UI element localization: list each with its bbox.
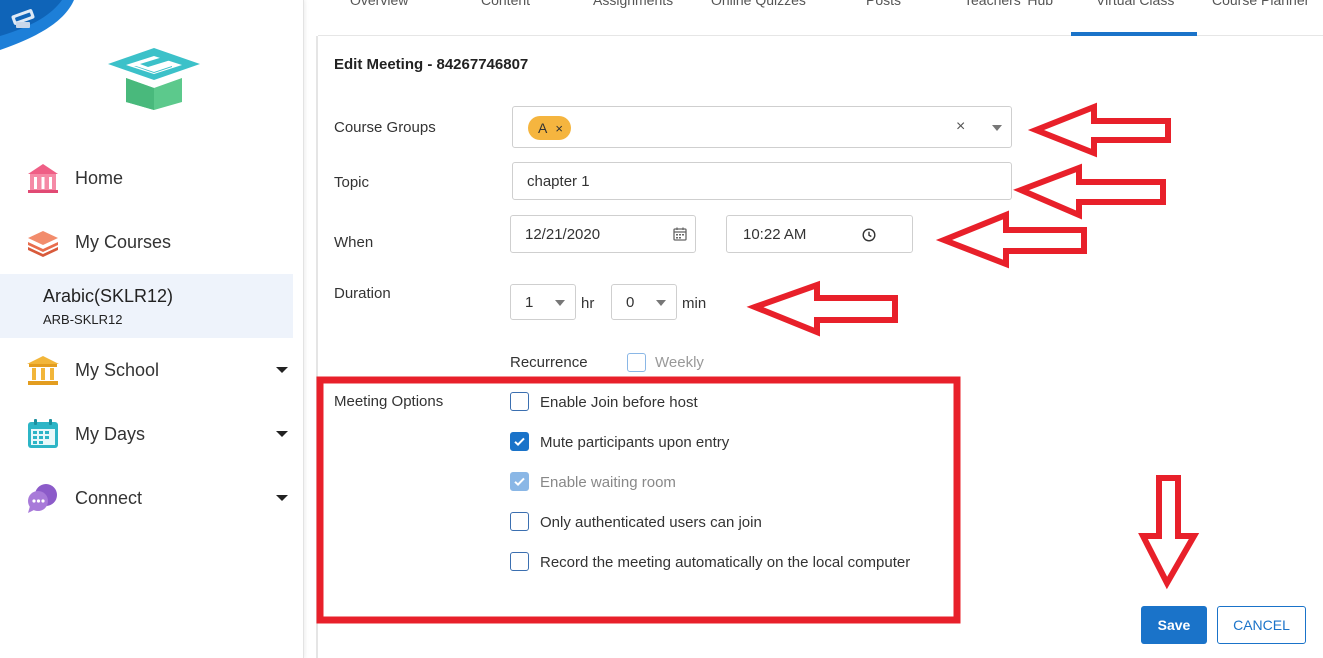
recurrence-label: Recurrence bbox=[510, 354, 588, 371]
when-label: When bbox=[334, 234, 374, 251]
course-group-chip: A × bbox=[528, 116, 571, 140]
recurrence-weekly-label: Weekly bbox=[655, 354, 704, 371]
sidebar-item-connect[interactable]: Connect bbox=[0, 469, 304, 527]
date-value: 12/21/2020 bbox=[525, 225, 601, 243]
auto-record-label[interactable]: Record the meeting automatically on the … bbox=[540, 554, 910, 571]
duration-hours-select[interactable]: 1 bbox=[510, 284, 576, 320]
tab-teachers-hub[interactable]: Teachers' Hub bbox=[964, 0, 1053, 8]
sidebar: Home My Courses Arabic(SKLR12) ARB-SKLR1… bbox=[0, 0, 304, 658]
join-before-host-label[interactable]: Enable Join before host bbox=[540, 394, 698, 411]
chevron-down-icon[interactable] bbox=[276, 367, 288, 373]
sidebar-item-my-courses[interactable]: My Courses bbox=[0, 213, 304, 271]
duration-hours-unit: hr bbox=[581, 295, 595, 312]
course-code: ARB-SKLR12 bbox=[43, 312, 123, 327]
course-groups-label: Course Groups bbox=[334, 119, 436, 136]
chevron-down-icon[interactable] bbox=[992, 125, 1002, 131]
cancel-button[interactable]: CANCEL bbox=[1217, 606, 1306, 644]
institution-columns-icon bbox=[26, 353, 60, 387]
clear-selection-icon[interactable]: × bbox=[956, 118, 965, 136]
waiting-room-checkbox[interactable] bbox=[510, 472, 529, 491]
chip-remove-icon[interactable]: × bbox=[555, 121, 563, 136]
school-building-icon bbox=[26, 161, 60, 195]
duration-minutes-select[interactable]: 0 bbox=[611, 284, 677, 320]
page-title: Edit Meeting - 84267746807 bbox=[334, 56, 529, 73]
annotation-highlight-box bbox=[316, 376, 961, 624]
sidebar-item-label: My Courses bbox=[75, 231, 172, 252]
waiting-room-label[interactable]: Enable waiting room bbox=[540, 474, 676, 491]
mute-on-entry-label[interactable]: Mute participants upon entry bbox=[540, 434, 729, 451]
annotation-arrow-left-icon bbox=[746, 280, 898, 337]
annotation-arrow-left-icon bbox=[1013, 163, 1166, 220]
tab-online-quizzes[interactable]: Online Quizzes bbox=[711, 0, 806, 8]
duration-minutes-value: 0 bbox=[626, 293, 635, 311]
sidebar-item-my-days[interactable]: My Days bbox=[0, 405, 304, 463]
join-before-host-checkbox[interactable] bbox=[510, 392, 529, 411]
annotation-arrow-down-icon bbox=[1138, 475, 1200, 590]
course-name: Arabic(SKLR12) bbox=[43, 286, 174, 306]
sidebar-item-label: Home bbox=[75, 167, 124, 188]
sidebar-item-my-school[interactable]: My School bbox=[0, 341, 304, 399]
duration-label: Duration bbox=[334, 285, 391, 302]
calendar-icon bbox=[26, 417, 60, 451]
tab-course-planner[interactable]: Course Planner bbox=[1212, 0, 1309, 8]
time-input[interactable]: 10:22 AM bbox=[726, 215, 913, 253]
chevron-down-icon bbox=[555, 300, 565, 306]
time-value: 10:22 AM bbox=[743, 225, 807, 243]
tab-virtual-class[interactable]: Virtual Class bbox=[1096, 0, 1174, 8]
tab-overview[interactable]: Overview bbox=[350, 0, 408, 8]
chevron-down-icon[interactable] bbox=[276, 431, 288, 437]
sidebar-active-course[interactable]: Arabic(SKLR12) ARB-SKLR12 bbox=[0, 274, 293, 338]
date-input[interactable]: 12/21/2020 bbox=[510, 215, 696, 253]
sidebar-item-label: Connect bbox=[75, 487, 143, 508]
active-tab-indicator bbox=[1071, 32, 1197, 36]
course-groups-select[interactable]: A × × bbox=[512, 106, 1012, 148]
annotation-arrow-left-icon bbox=[935, 210, 1087, 269]
app-corner-badge-icon bbox=[0, 0, 74, 50]
auto-record-checkbox[interactable] bbox=[510, 552, 529, 571]
chip-label: A bbox=[538, 120, 548, 136]
brand-logo-icon bbox=[108, 48, 200, 110]
tab-content[interactable]: Content bbox=[481, 0, 530, 8]
topic-label: Topic bbox=[334, 174, 370, 191]
tab-assignments[interactable]: Assignments bbox=[593, 0, 673, 8]
course-tabs: Overview Content Assignments Online Quiz… bbox=[318, 0, 1323, 36]
books-stack-icon bbox=[26, 225, 60, 259]
annotation-arrow-left-icon bbox=[1027, 102, 1171, 158]
checkmark-icon bbox=[514, 437, 525, 447]
duration-hours-value: 1 bbox=[525, 293, 534, 311]
save-button[interactable]: Save bbox=[1141, 606, 1207, 644]
panel-divider bbox=[316, 36, 318, 658]
calendar-icon[interactable] bbox=[673, 227, 687, 241]
mute-on-entry-checkbox[interactable] bbox=[510, 432, 529, 451]
chat-bubbles-icon bbox=[26, 481, 60, 515]
sidebar-item-label: My Days bbox=[75, 423, 146, 444]
authenticated-only-checkbox[interactable] bbox=[510, 512, 529, 531]
duration-minutes-unit: min bbox=[682, 295, 707, 312]
authenticated-only-label[interactable]: Only authenticated users can join bbox=[540, 514, 762, 531]
clock-icon[interactable] bbox=[862, 228, 876, 242]
chevron-down-icon bbox=[656, 300, 666, 306]
checkmark-icon bbox=[514, 477, 525, 487]
recurrence-weekly-checkbox[interactable] bbox=[627, 353, 646, 372]
topic-value: chapter 1 bbox=[527, 172, 590, 190]
topic-input[interactable]: chapter 1 bbox=[512, 162, 1012, 200]
tab-posts[interactable]: Posts bbox=[866, 0, 901, 8]
meeting-options-label: Meeting Options bbox=[334, 393, 444, 410]
chevron-down-icon[interactable] bbox=[276, 495, 288, 501]
sidebar-item-home[interactable]: Home bbox=[0, 149, 304, 207]
sidebar-item-label: My School bbox=[75, 359, 160, 380]
